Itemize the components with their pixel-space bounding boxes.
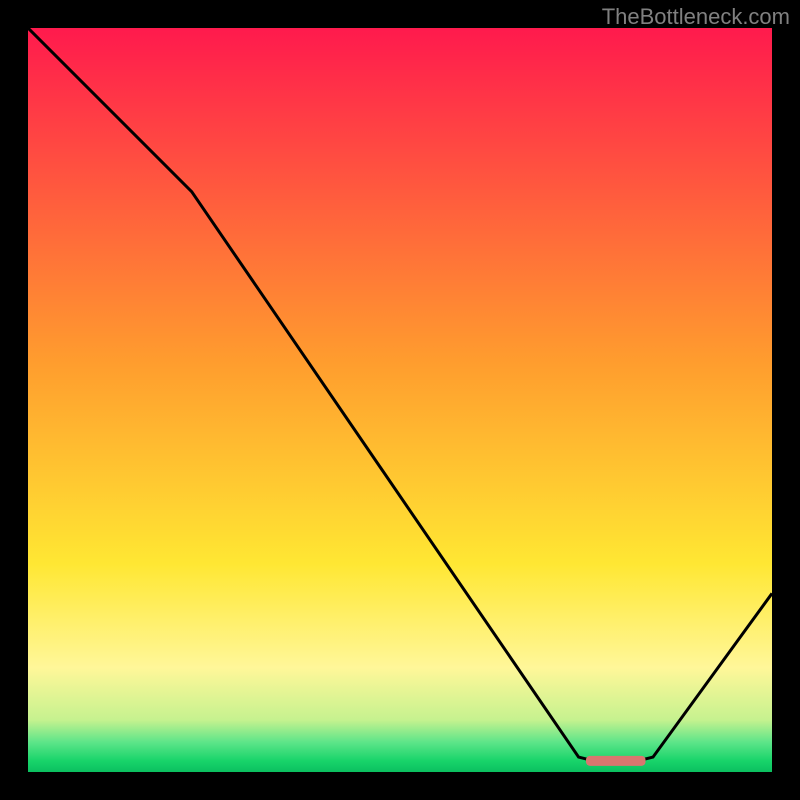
- chart-svg: [28, 28, 772, 772]
- chart-area: [28, 28, 772, 772]
- watermark-text: TheBottleneck.com: [602, 4, 790, 30]
- marker-pill: [586, 756, 646, 766]
